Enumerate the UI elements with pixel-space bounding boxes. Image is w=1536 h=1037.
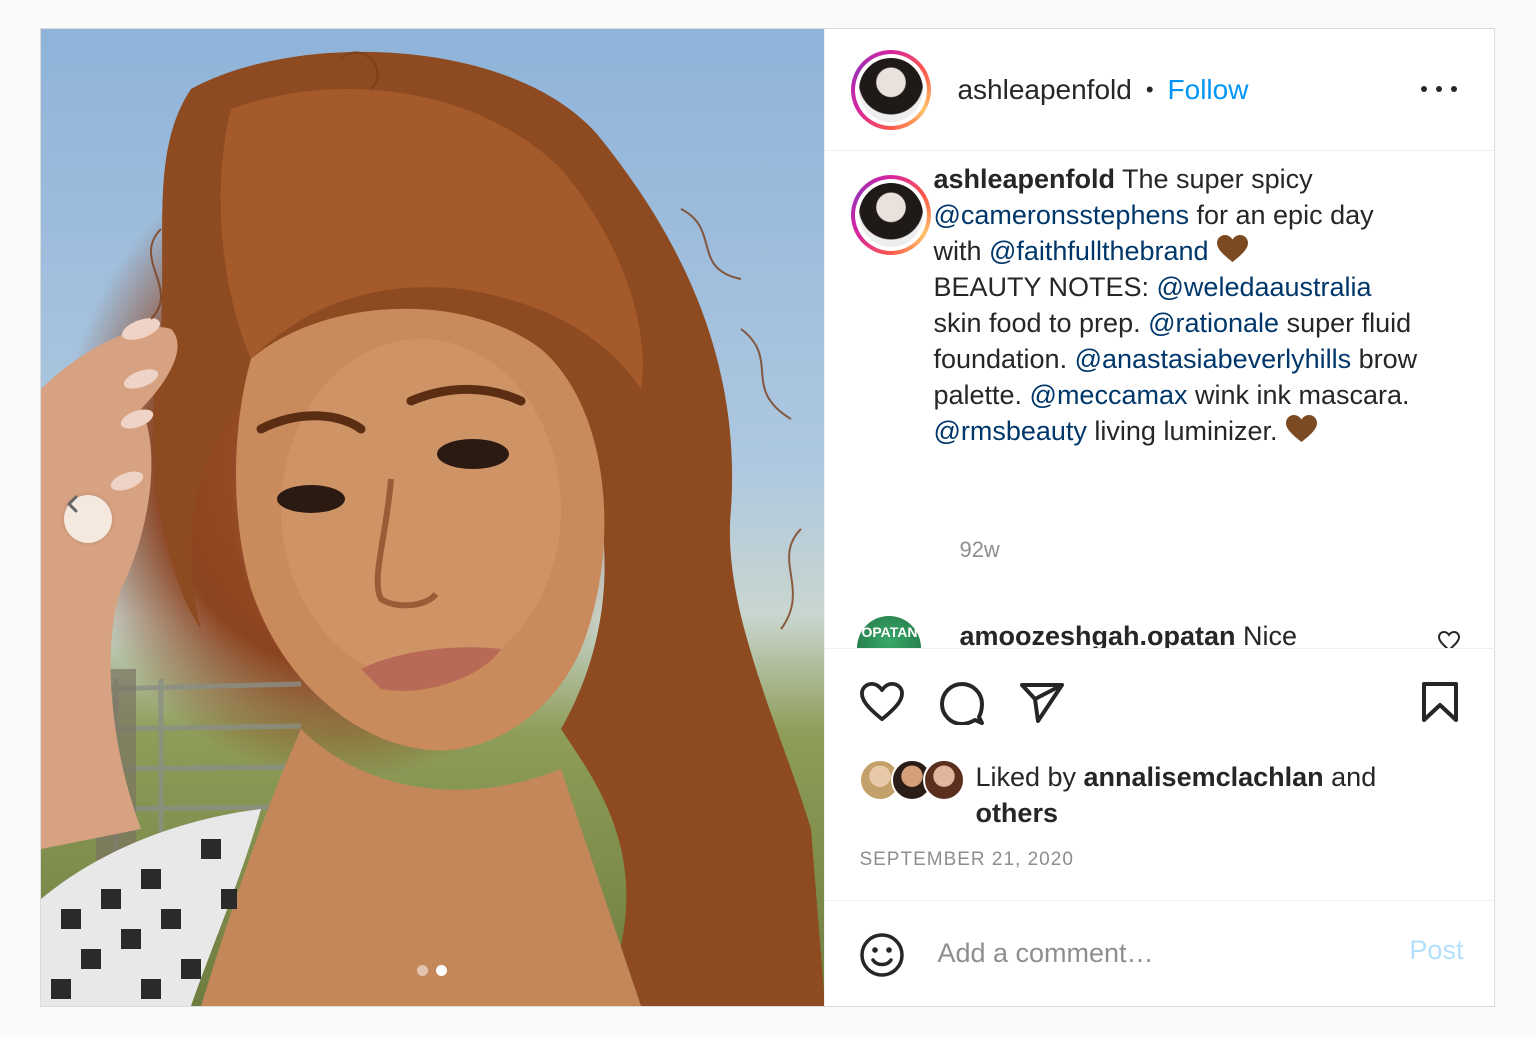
mention-link[interactable]: @rationale <box>1148 308 1279 338</box>
photo-illustration <box>41 51 825 1006</box>
mention-link[interactable]: @faithfullthebrand <box>989 236 1209 266</box>
caption-text-segment: skin food to prep. <box>933 308 1149 338</box>
caption-text-segment: living luminizer. <box>1086 416 1285 446</box>
carousel-dot-active <box>436 965 447 976</box>
bookmark-icon[interactable] <box>1421 681 1459 723</box>
mention-link[interactable]: @cameronsstephens <box>933 200 1189 230</box>
mention-link[interactable]: @weledaaustralia <box>1157 272 1372 302</box>
likes-middle: and <box>1323 762 1377 792</box>
comment-input[interactable] <box>937 931 1388 975</box>
caption <box>851 175 932 255</box>
likes-summary: Liked by annalisemclachlan and others <box>975 759 1445 831</box>
post-media[interactable] <box>41 29 825 1006</box>
smiley-icon[interactable] <box>859 932 905 978</box>
post-comment-button[interactable]: Post <box>1409 935 1463 966</box>
carousel-prev-button[interactable] <box>64 495 112 543</box>
add-comment-bar: Post <box>825 900 1496 1006</box>
post-header: ashleapenfold • Follow <box>825 29 1496 151</box>
author-username[interactable]: ashleapenfold <box>957 74 1131 106</box>
post-sidebar: ashleapenfold • Follow ashleapenfold The… <box>824 29 1496 1006</box>
comment-icon[interactable] <box>939 681 985 725</box>
caption-text-segment: BEAUTY NOTES: <box>933 272 1157 302</box>
commenter-username[interactable]: amoozeshgah.opatan <box>959 621 1235 648</box>
author-avatar[interactable] <box>851 49 932 130</box>
caption-time[interactable]: 92w <box>959 537 999 563</box>
commenter-avatar[interactable]: OPATAN <box>857 616 922 648</box>
caption-text-segment: wink ink mascara. <box>1187 380 1410 410</box>
carousel-indicator <box>417 965 447 976</box>
caption-text-segment: The super spicy <box>1115 164 1313 194</box>
caption-avatar[interactable] <box>851 175 932 255</box>
brown-heart-emoji-icon <box>1217 235 1249 262</box>
comment-text: amoozeshgah.opatan Nice <box>959 621 1297 648</box>
avatar <box>923 759 966 801</box>
likes-prefix: Liked by <box>975 762 1084 792</box>
more-horizontal-icon <box>1421 86 1428 92</box>
caption-text: ashleapenfold The super spicy @cameronss… <box>933 161 1423 449</box>
mention-link[interactable]: @meccamax <box>1030 380 1188 410</box>
chevron-left-icon <box>67 495 78 513</box>
comments-list[interactable]: ashleapenfold The super spicy @cameronss… <box>825 151 1495 648</box>
liker-username[interactable]: annalisemclachlan <box>1084 762 1324 792</box>
post-modal: ashleapenfold • Follow ashleapenfold The… <box>40 28 1496 1007</box>
liked-by-avatars[interactable] <box>859 759 966 801</box>
action-bar: Liked by annalisemclachlan and others SE… <box>825 648 1496 900</box>
carousel-dot <box>417 965 428 976</box>
likes-others-link[interactable]: others <box>975 798 1058 828</box>
post-date[interactable]: SEPTEMBER 21, 2020 <box>859 849 1073 871</box>
more-options-button[interactable] <box>1421 79 1458 99</box>
paper-plane-icon[interactable] <box>1019 681 1065 723</box>
caption-username[interactable]: ashleapenfold <box>933 164 1115 194</box>
comment-body: Nice <box>1243 621 1298 648</box>
follow-button[interactable]: Follow <box>1168 74 1249 106</box>
mention-link[interactable]: @rmsbeauty <box>933 416 1086 446</box>
heart-icon[interactable] <box>859 681 905 723</box>
brown-heart-emoji-icon <box>1286 415 1317 442</box>
comment-item: OPATAN amoozeshgah.opatan Nice <box>857 616 1461 648</box>
comment-like-icon[interactable] <box>1437 630 1461 648</box>
mention-link[interactable]: @anastasiabeverlyhills <box>1075 344 1352 374</box>
separator-dot: • <box>1145 76 1154 102</box>
